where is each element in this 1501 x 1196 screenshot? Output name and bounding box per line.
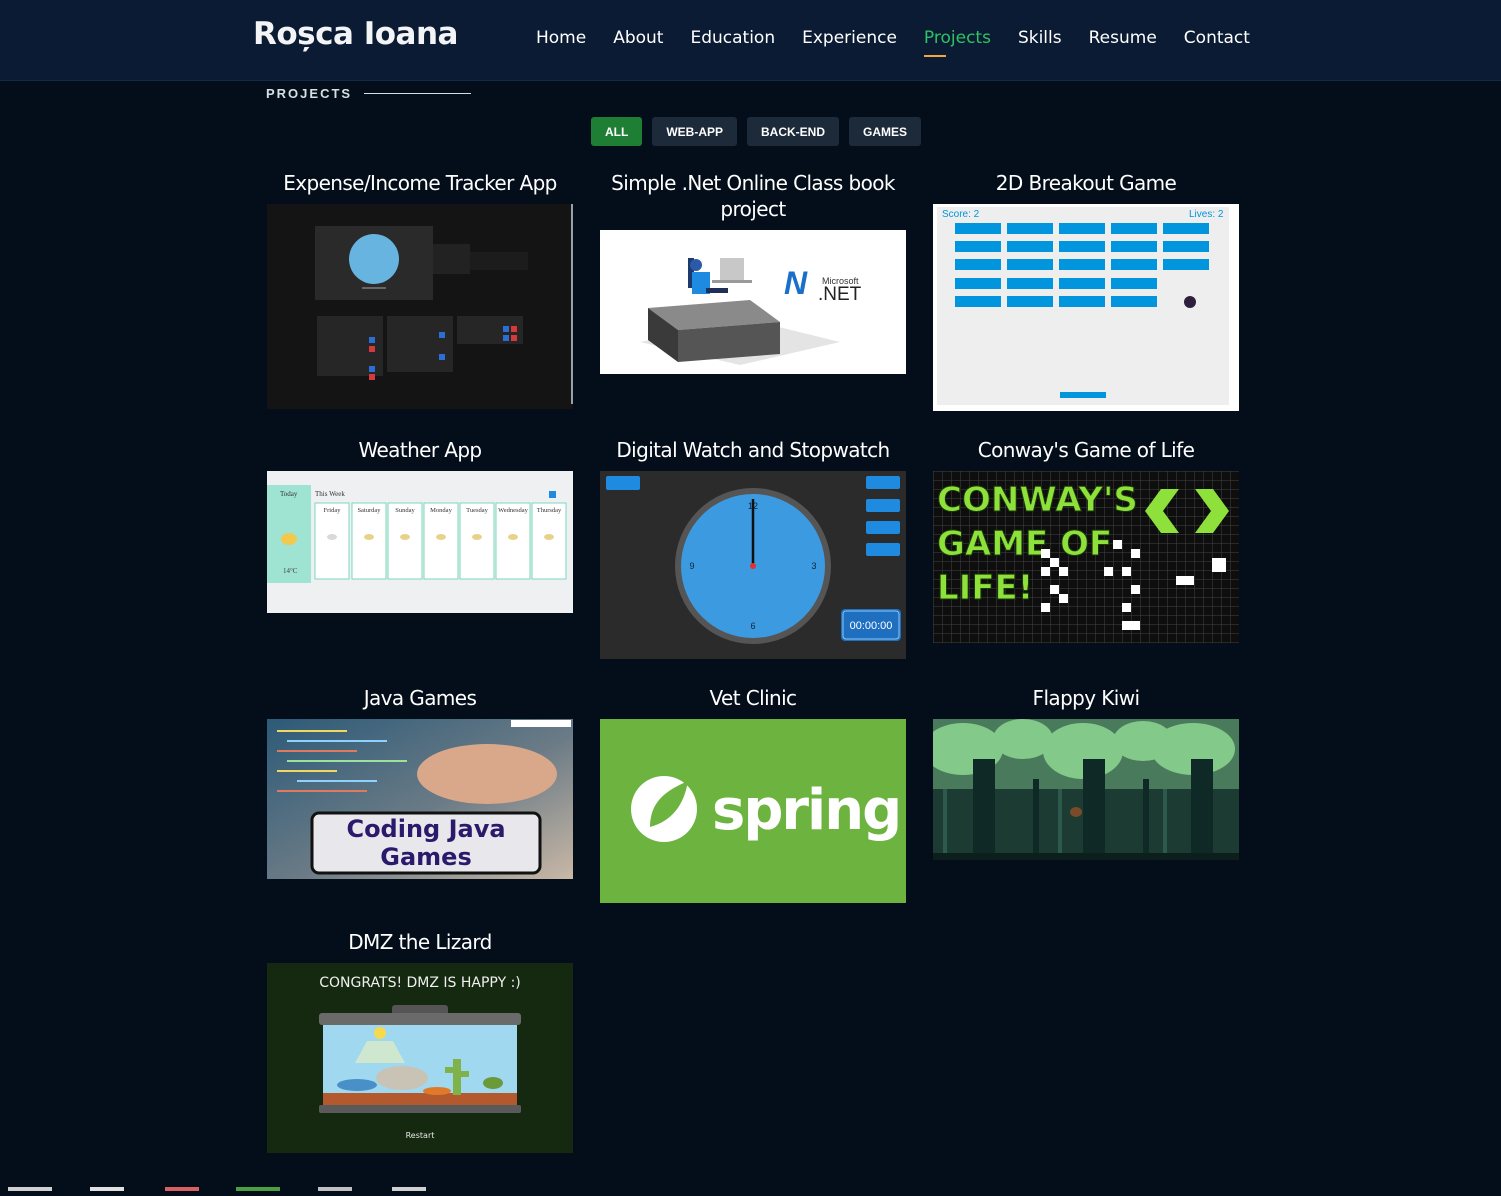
net-brand-big: .NET bbox=[818, 284, 862, 305]
project-thumbnail-digital-watch[interactable]: 12 3 6 9 00:00:00 bbox=[600, 471, 906, 659]
section-title-text: PROJECTS bbox=[266, 86, 353, 101]
java-title-line1: Coding Java bbox=[346, 815, 505, 843]
weather-day: Thursday bbox=[537, 507, 562, 514]
project-thumbnail-weather[interactable]: Today 14°C This Week Friday Saturday Sun… bbox=[267, 471, 573, 613]
weather-day: Sunday bbox=[395, 507, 415, 514]
project-thumbnail-net-classbook[interactable]: N Microsoft .NET bbox=[600, 230, 906, 374]
filter-back-end[interactable]: BACK-END bbox=[747, 117, 839, 146]
main-nav: Home About Education Experience Projects… bbox=[536, 28, 1250, 57]
dmz-message: CONGRATS! DMZ IS HAPPY :) bbox=[319, 975, 521, 991]
project-thumbnail-vet-clinic[interactable]: spring bbox=[600, 719, 906, 903]
nav-about[interactable]: About bbox=[613, 28, 663, 48]
project-card-vet-clinic: Vet Clinic spring bbox=[600, 685, 906, 903]
weather-day: Wednesday bbox=[498, 507, 529, 514]
conway-line3: LIFE! bbox=[937, 568, 1033, 608]
project-title: Flappy Kiwi bbox=[1032, 686, 1140, 710]
weather-today: Today bbox=[280, 490, 298, 498]
watch-numeral: 9 bbox=[689, 561, 694, 571]
filter-bar: ALL WEB-APP BACK-END GAMES bbox=[591, 117, 922, 146]
breakout-lives: Lives: 2 bbox=[1189, 209, 1224, 220]
nav-contact[interactable]: Contact bbox=[1184, 28, 1250, 48]
weather-day: Tuesday bbox=[466, 507, 489, 514]
project-thumbnail-java-games[interactable]: Coding Java Games bbox=[267, 719, 573, 879]
svg-text:N: N bbox=[784, 265, 808, 301]
watch-numeral: 6 bbox=[750, 621, 755, 631]
nav-experience[interactable]: Experience bbox=[802, 28, 897, 48]
nav-projects[interactable]: Projects bbox=[923, 28, 991, 57]
project-thumbnail-conway[interactable]: CONWAY'S GAME OF LIFE! bbox=[933, 471, 1239, 643]
spring-logo-text: spring bbox=[712, 778, 900, 843]
project-card-weather: Weather App Today 14°C This Week Friday … bbox=[267, 437, 573, 613]
project-title: Expense/Income Tracker App bbox=[283, 171, 557, 195]
project-card-expense-tracker: Expense/Income Tracker App bbox=[267, 170, 573, 409]
section-title: PROJECTS bbox=[266, 86, 472, 101]
stopwatch-display: 00:00:00 bbox=[850, 620, 893, 632]
filter-web-app[interactable]: WEB-APP bbox=[652, 117, 737, 146]
weather-day: Monday bbox=[430, 507, 452, 514]
project-card-digital-watch: Digital Watch and Stopwatch 12 3 6 9 00:… bbox=[600, 437, 906, 659]
watch-numeral: 12 bbox=[748, 501, 758, 511]
weather-day: Saturday bbox=[357, 507, 381, 514]
filter-games[interactable]: GAMES bbox=[849, 117, 922, 146]
section-title-line bbox=[364, 93, 472, 94]
nav-home[interactable]: Home bbox=[536, 28, 586, 48]
nav-skills[interactable]: Skills bbox=[1018, 28, 1062, 48]
project-title: Digital Watch and Stopwatch bbox=[616, 438, 890, 462]
project-title: 2D Breakout Game bbox=[995, 171, 1177, 195]
project-title: Java Games bbox=[363, 686, 477, 710]
breakout-score: Score: 2 bbox=[942, 209, 980, 220]
weather-day: Friday bbox=[324, 507, 342, 514]
conway-line2: GAME OF bbox=[937, 524, 1112, 564]
project-card-conway: Conway's Game of Life CONWAY'S GAME OF L… bbox=[933, 437, 1239, 643]
project-card-net-classbook: Simple .Net Online Class book project N … bbox=[600, 170, 906, 374]
project-card-dmz-lizard: DMZ the Lizard CONGRATS! DMZ IS HAPPY :)… bbox=[267, 929, 573, 1153]
java-title-line2: Games bbox=[380, 843, 471, 871]
project-thumbnail-dmz-lizard[interactable]: CONGRATS! DMZ IS HAPPY :) Restart bbox=[267, 963, 573, 1153]
project-card-java-games: Java Games Coding Java Games bbox=[267, 685, 573, 879]
project-title: Simple .Net Online Class book project bbox=[611, 171, 895, 221]
weather-week: This Week bbox=[315, 490, 345, 498]
watch-numeral: 3 bbox=[811, 561, 816, 571]
project-thumbnail-flappy-kiwi[interactable] bbox=[933, 719, 1239, 860]
filter-all[interactable]: ALL bbox=[591, 117, 643, 146]
brand-logo[interactable]: Roșca Ioana bbox=[253, 16, 458, 52]
project-card-flappy-kiwi: Flappy Kiwi bbox=[933, 685, 1239, 860]
project-title: DMZ the Lizard bbox=[348, 930, 492, 954]
project-title: Conway's Game of Life bbox=[977, 438, 1195, 462]
weather-temp: 14°C bbox=[283, 567, 298, 575]
project-card-breakout: 2D Breakout Game Score: 2 Lives: 2 bbox=[933, 170, 1239, 411]
nav-education[interactable]: Education bbox=[690, 28, 775, 48]
taskbar-strip bbox=[0, 1178, 1501, 1191]
nav-resume[interactable]: Resume bbox=[1089, 28, 1157, 48]
project-thumbnail-expense-tracker[interactable] bbox=[267, 204, 573, 409]
conway-line1: CONWAY'S bbox=[937, 480, 1138, 520]
project-thumbnail-breakout[interactable]: Score: 2 Lives: 2 bbox=[933, 204, 1239, 411]
project-title: Weather App bbox=[358, 438, 482, 462]
header-bar: Roșca Ioana Home About Education Experie… bbox=[0, 0, 1501, 81]
dmz-restart[interactable]: Restart bbox=[406, 1131, 435, 1140]
project-title: Vet Clinic bbox=[709, 686, 798, 710]
